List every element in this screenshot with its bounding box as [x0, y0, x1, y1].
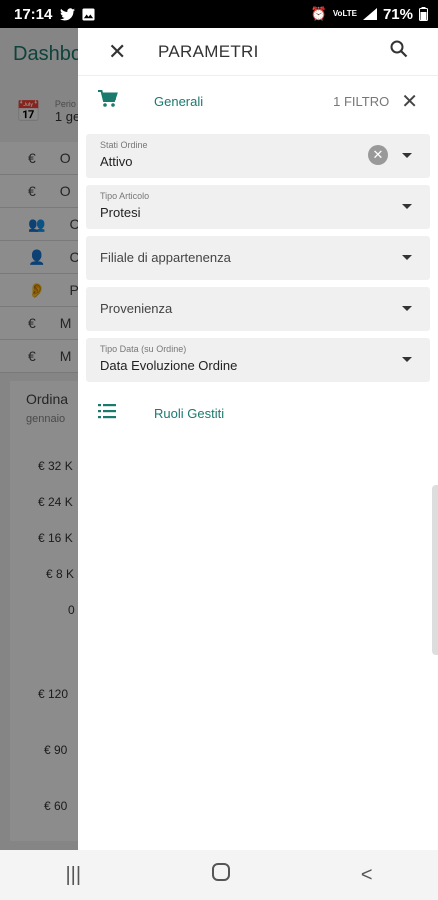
battery-icon: [419, 7, 428, 21]
dropdown-arrow-icon: [402, 153, 412, 158]
clock: 17:14: [14, 5, 53, 23]
parameters-drawer: ✕ PARAMETRI Generali 1 FILTRO ✕ Stati Or…: [78, 28, 438, 850]
twitter-icon: [60, 7, 76, 20]
dropdown-arrow-icon: [402, 204, 412, 209]
provenienza-select[interactable]: Provenienza: [86, 287, 430, 331]
dropdown-arrow-icon: [402, 255, 412, 260]
clear-filters-icon[interactable]: ✕: [401, 89, 418, 114]
edge-panel-handle[interactable]: [432, 485, 438, 655]
clear-selection-icon[interactable]: ✕: [368, 145, 388, 165]
dropdown-arrow-icon: [402, 357, 412, 362]
filter-count-badge: 1 FILTRO: [333, 93, 390, 109]
back-button[interactable]: <: [361, 864, 373, 887]
field-placeholder: Filiale di appartenenza: [100, 250, 231, 265]
field-value: Protesi: [100, 205, 141, 220]
volte-icon: VoLTE: [332, 9, 357, 18]
section-generali[interactable]: Generali 1 FILTRO ✕: [78, 76, 438, 126]
alarm-icon: ⏰: [310, 6, 327, 21]
recent-apps-button[interactable]: |||: [65, 864, 81, 887]
image-icon: [82, 7, 95, 21]
home-button[interactable]: [211, 863, 230, 887]
dropdown-arrow-icon: [402, 306, 412, 311]
section-ruoli-gestiti[interactable]: Ruoli Gestiti: [78, 388, 438, 438]
field-value: Attivo: [100, 154, 133, 169]
tipo-articolo-select[interactable]: Tipo Articolo Protesi: [86, 185, 430, 229]
filiale-select[interactable]: Filiale di appartenenza: [86, 236, 430, 280]
field-label: Tipo Articolo: [100, 191, 150, 201]
search-icon[interactable]: [390, 40, 408, 63]
drawer-header: ✕ PARAMETRI: [78, 28, 438, 76]
system-nav-bar: ||| <: [0, 850, 438, 900]
drawer-title: PARAMETRI: [158, 41, 259, 61]
status-bar: 17:14 ⏰ VoLTE 71%: [0, 0, 438, 28]
signal-icon: [362, 8, 377, 20]
close-icon[interactable]: ✕: [108, 39, 132, 65]
list-icon: [98, 403, 120, 424]
field-value: Data Evoluzione Ordine: [100, 358, 238, 373]
battery-level: 71%: [382, 5, 413, 23]
stati-ordine-select[interactable]: Stati Ordine Attivo ✕: [86, 134, 430, 178]
section-generali-label: Generali: [154, 93, 204, 109]
section-ruoli-label: Ruoli Gestiti: [154, 405, 225, 421]
field-label: Tipo Data (su Ordine): [100, 344, 187, 354]
tipo-data-select[interactable]: Tipo Data (su Ordine) Data Evoluzione Or…: [86, 338, 430, 382]
field-placeholder: Provenienza: [100, 301, 173, 316]
field-label: Stati Ordine: [100, 140, 148, 150]
cart-icon: [98, 89, 120, 113]
